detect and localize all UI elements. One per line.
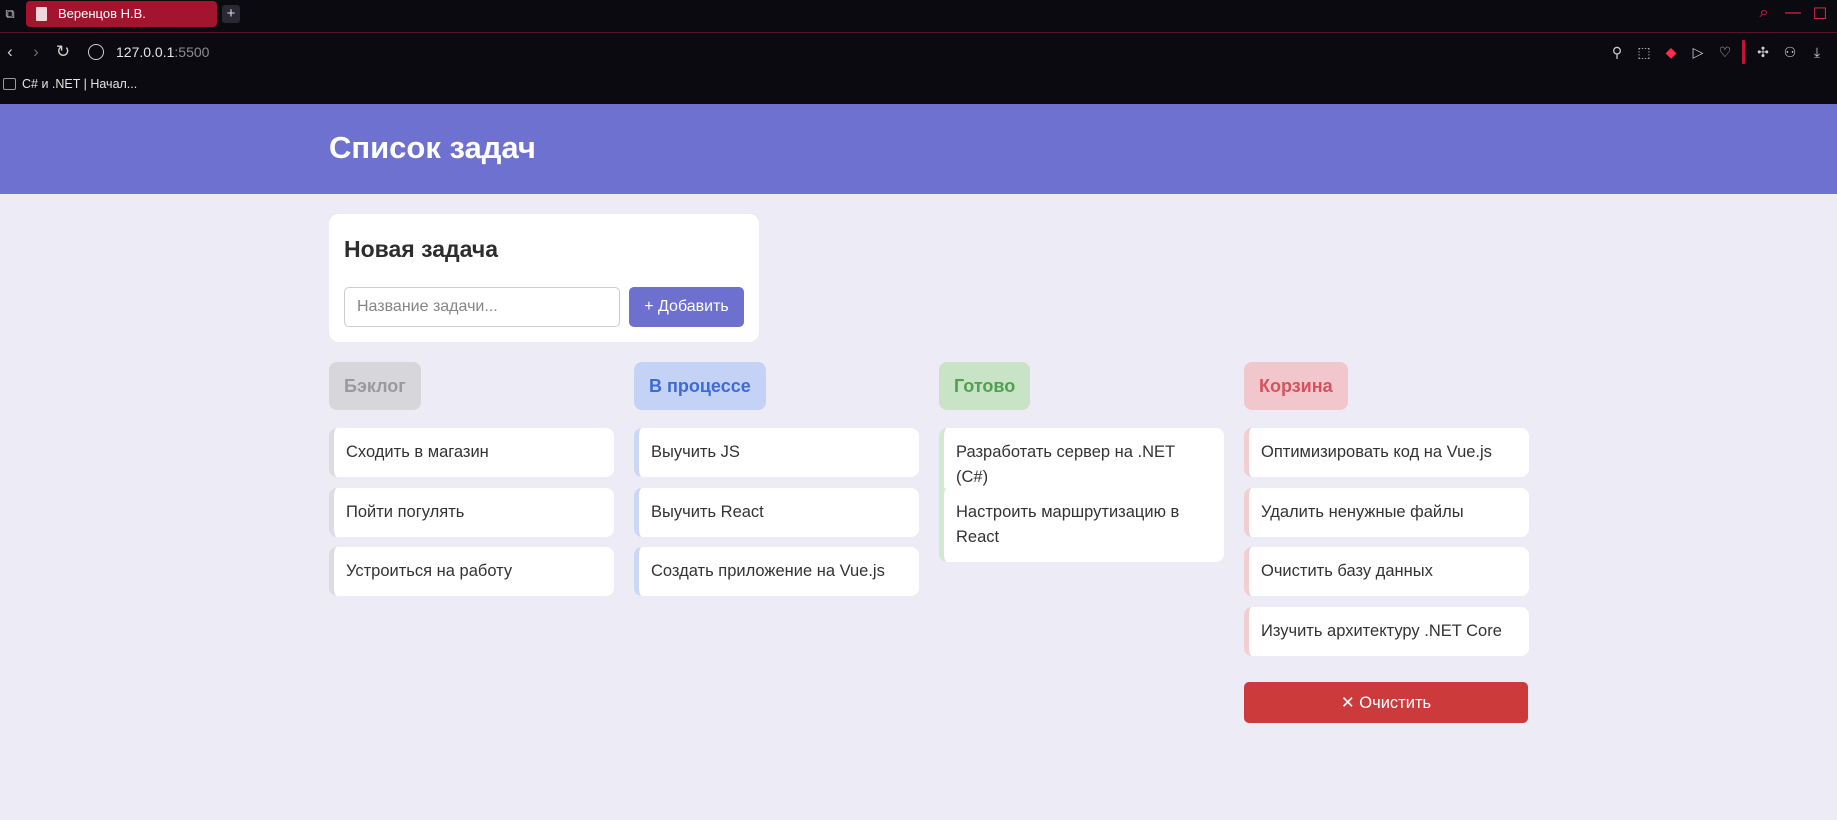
pin-icon[interactable]: ⚲ — [1608, 43, 1626, 61]
column-title: Готово — [939, 362, 1031, 410]
new-task-card: Новая задача + Добавить — [329, 214, 759, 342]
toolbar-separator — [1742, 40, 1745, 64]
download-icon[interactable]: ⤓ — [1808, 43, 1826, 61]
column-trash: Корзина Оптимизировать код на Vue.js Уда… — [1244, 362, 1529, 723]
app-header: Список задач — [0, 104, 1837, 194]
column-title: Корзина — [1244, 362, 1348, 410]
column-title: В процессе — [634, 362, 766, 410]
add-task-button[interactable]: + Добавить — [629, 287, 744, 327]
task-card[interactable]: Пойти погулять — [329, 488, 614, 537]
task-name-input[interactable] — [344, 287, 620, 327]
address-bar: ‹ › ↻ 127.0.0.1:5500 ⚲ ⬚ ◆ ▷ ♡ ✣ ⚇ ⤓ — [0, 36, 1837, 68]
minimize-icon[interactable]: — — [1783, 4, 1803, 22]
tab-bar: ⧉ Веренцов Н.В. + ⌕ — ☐ — [0, 0, 1837, 33]
snapshot-icon[interactable]: ⬚ — [1635, 43, 1653, 61]
pocket-icon[interactable]: ◆ — [1662, 43, 1680, 61]
clear-trash-button[interactable]: ✕ Очистить — [1244, 682, 1528, 723]
task-card[interactable]: Выучить React — [634, 488, 919, 537]
site-info-icon[interactable] — [88, 44, 104, 60]
browser-chrome: ⧉ Веренцов Н.В. + ⌕ — ☐ ‹ › ↻ 127.0.0.1:… — [0, 0, 1837, 104]
column-in-progress: В процессе Выучить JS Выучить React Созд… — [634, 362, 919, 596]
browser-tab[interactable]: Веренцов Н.В. — [26, 1, 217, 27]
bookmark-item[interactable]: C# и .NET | Начал... — [22, 77, 137, 91]
task-card[interactable]: Устроиться на работу — [329, 547, 614, 596]
search-icon[interactable]: ⌕ — [1754, 4, 1774, 22]
url-host: 127.0.0.1 — [116, 44, 175, 60]
tab-overview-icon[interactable]: ⧉ — [0, 4, 20, 24]
new-tab-button[interactable]: + — [222, 5, 240, 23]
task-card[interactable]: Выучить JS — [634, 428, 919, 477]
url-field[interactable]: 127.0.0.1:5500 — [116, 44, 209, 60]
account-icon[interactable]: ⚇ — [1781, 43, 1799, 61]
document-icon — [36, 7, 47, 21]
send-icon[interactable]: ▷ — [1689, 43, 1707, 61]
page-title: Список задач — [329, 130, 536, 165]
column-backlog: Бэклог Сходить в магазин Пойти погулять … — [329, 362, 614, 596]
maximize-icon[interactable]: ☐ — [1810, 4, 1830, 24]
task-card[interactable]: Настроить маршрутизацию в React — [939, 488, 1224, 562]
task-card[interactable]: Оптимизировать код на Vue.js — [1244, 428, 1529, 477]
extensions-icon[interactable]: ✣ — [1754, 43, 1772, 61]
new-task-title: Новая задача — [344, 236, 498, 262]
task-card[interactable]: Создать приложение на Vue.js — [634, 547, 919, 596]
task-card[interactable]: Очистить базу данных — [1244, 547, 1529, 596]
tab-title: Веренцов Н.В. — [58, 6, 146, 21]
task-card[interactable]: Изучить архитектуру .NET Core — [1244, 607, 1529, 656]
reload-icon[interactable]: ↻ — [53, 42, 73, 62]
forward-icon[interactable]: › — [26, 42, 46, 62]
bookmark-icon — [3, 78, 16, 90]
column-done: Готово Разработать сервер на .NET (C#) Н… — [939, 362, 1224, 562]
heart-icon[interactable]: ♡ — [1716, 43, 1734, 61]
column-title: Бэклог — [329, 362, 421, 410]
task-card[interactable]: Удалить ненужные файлы — [1244, 488, 1529, 537]
task-card[interactable]: Сходить в магазин — [329, 428, 614, 477]
url-port: :5500 — [174, 44, 210, 60]
back-icon[interactable]: ‹ — [0, 42, 20, 62]
